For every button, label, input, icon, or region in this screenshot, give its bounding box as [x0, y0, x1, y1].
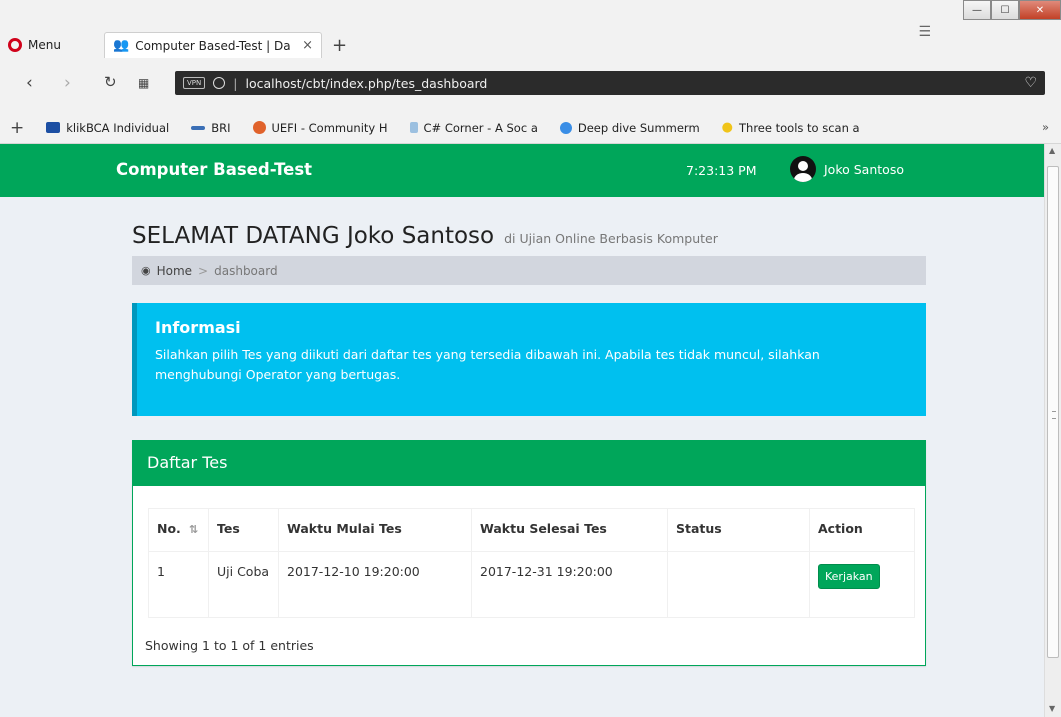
bookmark-item[interactable]: BRI	[191, 120, 231, 135]
opera-logo-icon	[8, 38, 22, 52]
window-close-button[interactable]: ✕	[1019, 0, 1061, 20]
breadcrumb-separator: >	[198, 263, 209, 278]
address-bar[interactable]: VPN | localhost/cbt/index.php/tes_dashbo…	[175, 71, 1045, 95]
bookmark-item[interactable]: UEFI - Community H	[252, 120, 388, 135]
breadcrumb: ◉ Home > dashboard	[132, 256, 926, 285]
column-header-action[interactable]: Action	[809, 508, 915, 552]
bookmarks-more-button[interactable]: »	[1042, 120, 1049, 134]
cell-end: 2017-12-31 19:20:00	[471, 551, 668, 618]
page-subtitle: di Ujian Online Berbasis Komputer	[504, 231, 718, 246]
main-content: SELAMAT DATANG Joko Santoso di Ujian Onl…	[132, 197, 926, 666]
bookmark-label: UEFI - Community H	[271, 120, 388, 135]
test-list-body: No. ⇅ Tes Waktu Mulai Tes Waktu Selesai T…	[133, 486, 925, 665]
table-entries-info: Showing 1 to 1 of 1 entries	[145, 638, 314, 653]
window-minimize-button[interactable]: —	[963, 0, 991, 20]
column-header-status[interactable]: Status	[667, 508, 810, 552]
browser-tab[interactable]: 👥 Computer Based-Test | Da ×	[104, 32, 322, 58]
bookmark-label: C# Corner - A Soc a	[423, 120, 538, 135]
heart-icon[interactable]: ♡	[1024, 75, 1037, 91]
sort-icon[interactable]: ⇅	[189, 523, 198, 536]
header-clock: 7:23:13 PM	[686, 163, 757, 178]
bookmark-favicon-icon	[252, 121, 266, 134]
bookmark-favicon-icon	[409, 122, 418, 133]
column-header-tes[interactable]: Tes	[208, 508, 279, 552]
globe-icon	[213, 77, 226, 89]
browser-nav-bar: ‹ › ↻ ▦ VPN | localhost/cbt/index.php/te…	[0, 58, 1061, 112]
binoculars-icon: ◉	[141, 264, 151, 277]
tab-favicon-icon: 👥	[113, 38, 130, 53]
kerjakan-button[interactable]: Kerjakan	[818, 564, 880, 589]
url-text[interactable]: localhost/cbt/index.php/tes_dashboard	[245, 76, 1016, 91]
test-list-title: Daftar Tes	[133, 440, 925, 486]
cell-status	[667, 551, 810, 618]
info-callout-text: Silahkan pilih Tes yang diikuti dari daf…	[155, 347, 820, 382]
table-row: 1 Uji Coba 2017-12-10 19:20:00 2017-12-3…	[148, 551, 915, 618]
app-header: Computer Based-Test 7:23:13 PM Joko Sant…	[0, 144, 1044, 197]
vpn-badge[interactable]: VPN	[183, 77, 206, 89]
lightbulb-icon: ●	[721, 120, 734, 135]
back-icon[interactable]: ‹	[26, 73, 33, 93]
window-controls: — ☐ ✕	[963, 0, 1061, 20]
web-page: Computer Based-Test 7:23:13 PM Joko Sant…	[0, 144, 1044, 717]
page-scrollbar[interactable]: ▲ ▼	[1044, 144, 1061, 717]
cell-action: Kerjakan	[809, 551, 915, 618]
page-title: SELAMAT DATANG Joko Santoso di Ujian Onl…	[132, 223, 926, 249]
table-header-row: No. ⇅ Tes Waktu Mulai Tes Waktu Selesai T…	[148, 508, 915, 552]
column-header-end[interactable]: Waktu Selesai Tes	[471, 508, 668, 552]
browser-menu-button[interactable]: Menu	[8, 34, 61, 56]
new-tab-button[interactable]: +	[332, 35, 347, 56]
bookmark-favicon-icon	[191, 125, 206, 130]
cell-tes: Uji Coba	[208, 551, 279, 618]
user-menu[interactable]: Joko Santoso	[790, 156, 904, 182]
window-maximize-button[interactable]: ☐	[991, 0, 1019, 20]
bookmarks-bar: + klikBCA Individual BRI UEFI - Communit…	[0, 112, 1061, 144]
cell-no: 1	[148, 551, 209, 618]
bookmark-item[interactable]: Deep dive Summerm	[559, 120, 700, 135]
bookmark-item[interactable]: ● Three tools to scan a	[722, 120, 860, 135]
test-list-box: Daftar Tes No. ⇅ Tes Waktu Mulai Tes Wakt…	[132, 440, 926, 666]
reload-icon[interactable]: ↻	[104, 73, 117, 91]
info-callout-title: Informasi	[155, 318, 241, 337]
bookmark-favicon-icon	[46, 122, 61, 133]
url-separator: |	[233, 75, 238, 91]
page-heading: SELAMAT DATANG Joko Santoso	[132, 223, 495, 249]
browser-tab-bar: Menu 👥 Computer Based-Test | Da × + ☰ — …	[0, 0, 1061, 58]
breadcrumb-home[interactable]: Home	[157, 264, 192, 278]
forward-icon[interactable]: ›	[64, 73, 71, 93]
scroll-down-icon[interactable]: ▼	[1049, 704, 1055, 713]
tab-menu-icon[interactable]: ☰	[918, 24, 931, 40]
scroll-up-icon[interactable]: ▲	[1049, 146, 1055, 155]
cell-start: 2017-12-10 19:20:00	[278, 551, 472, 618]
app-brand[interactable]: Computer Based-Test	[116, 160, 312, 179]
scrollbar-thumb[interactable]	[1047, 166, 1059, 658]
column-header-no[interactable]: No. ⇅	[148, 508, 209, 552]
breadcrumb-current: dashboard	[214, 263, 278, 278]
column-header-start[interactable]: Waktu Mulai Tes	[278, 508, 472, 552]
user-name: Joko Santoso	[824, 161, 904, 177]
add-bookmark-button[interactable]: +	[10, 118, 24, 138]
tab-close-icon[interactable]: ×	[302, 38, 313, 53]
bookmark-label: BRI	[211, 120, 231, 135]
user-avatar-icon	[790, 156, 816, 182]
info-callout: Informasi Silahkan pilih Tes yang diikut…	[132, 303, 926, 416]
bookmark-item[interactable]: C# Corner - A Soc a	[409, 120, 538, 135]
bookmark-item[interactable]: klikBCA Individual	[46, 121, 169, 135]
tab-title: Computer Based-Test | Da	[135, 38, 291, 53]
speed-dial-icon[interactable]: ▦	[138, 76, 149, 90]
bookmark-label: Three tools to scan a	[739, 120, 860, 135]
scrollbar-grip	[1052, 411, 1056, 419]
bookmark-label: Deep dive Summerm	[577, 120, 700, 135]
bookmark-favicon-icon	[559, 121, 572, 134]
test-table: No. ⇅ Tes Waktu Mulai Tes Waktu Selesai T…	[148, 508, 915, 618]
bookmark-label: klikBCA Individual	[66, 120, 170, 135]
browser-menu-label: Menu	[28, 38, 61, 52]
